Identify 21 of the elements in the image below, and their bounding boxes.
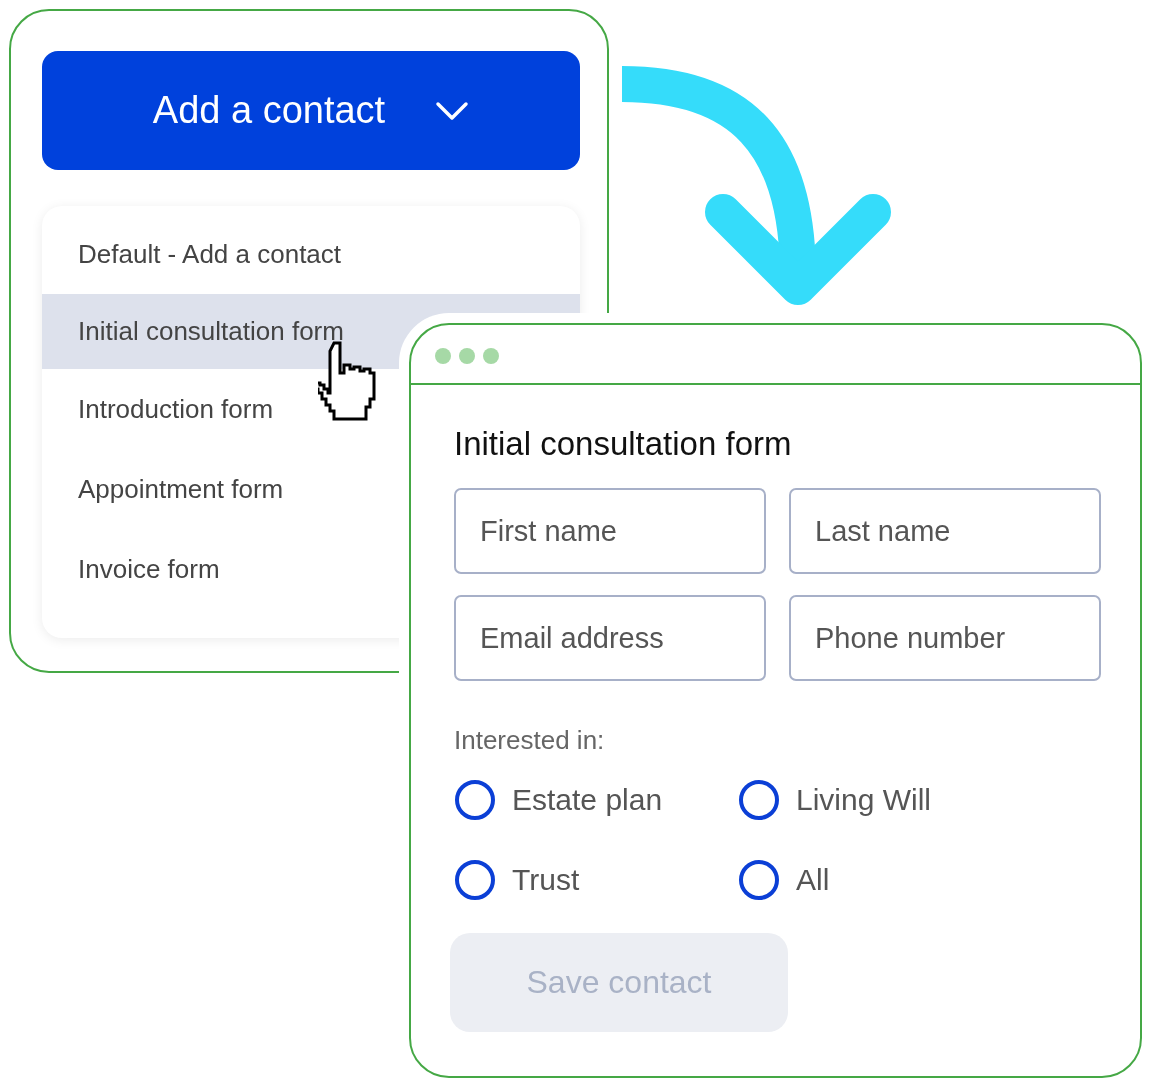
input-field[interactable]: First name — [454, 488, 766, 574]
input-field[interactable]: Phone number — [789, 595, 1101, 681]
option-label: Estate plan — [512, 783, 663, 817]
option-label: Living Will — [796, 783, 932, 817]
menu-item[interactable]: Appointment form — [42, 449, 292, 529]
menu-item[interactable]: Introduction form — [42, 369, 282, 449]
menu-item[interactable]: Default - Add a contact — [42, 214, 350, 294]
window-dots-icon — [434, 347, 500, 365]
add-contact-button[interactable]: Add a contact — [42, 51, 580, 170]
radio-button[interactable] — [738, 859, 780, 901]
option-label: Trust — [512, 863, 580, 897]
radio-button[interactable] — [454, 779, 496, 821]
menu-item[interactable]: Invoice form — [42, 529, 228, 609]
caret-icon — [435, 100, 470, 121]
interest-label: Interested in: — [454, 725, 606, 756]
input-field[interactable]: Last name — [789, 488, 1101, 574]
radio-button[interactable] — [454, 859, 496, 901]
option-label: All — [796, 863, 830, 897]
form-title: Initial consultation form — [454, 425, 793, 463]
radio-button[interactable] — [738, 779, 780, 821]
input-field[interactable]: Email address — [454, 595, 766, 681]
